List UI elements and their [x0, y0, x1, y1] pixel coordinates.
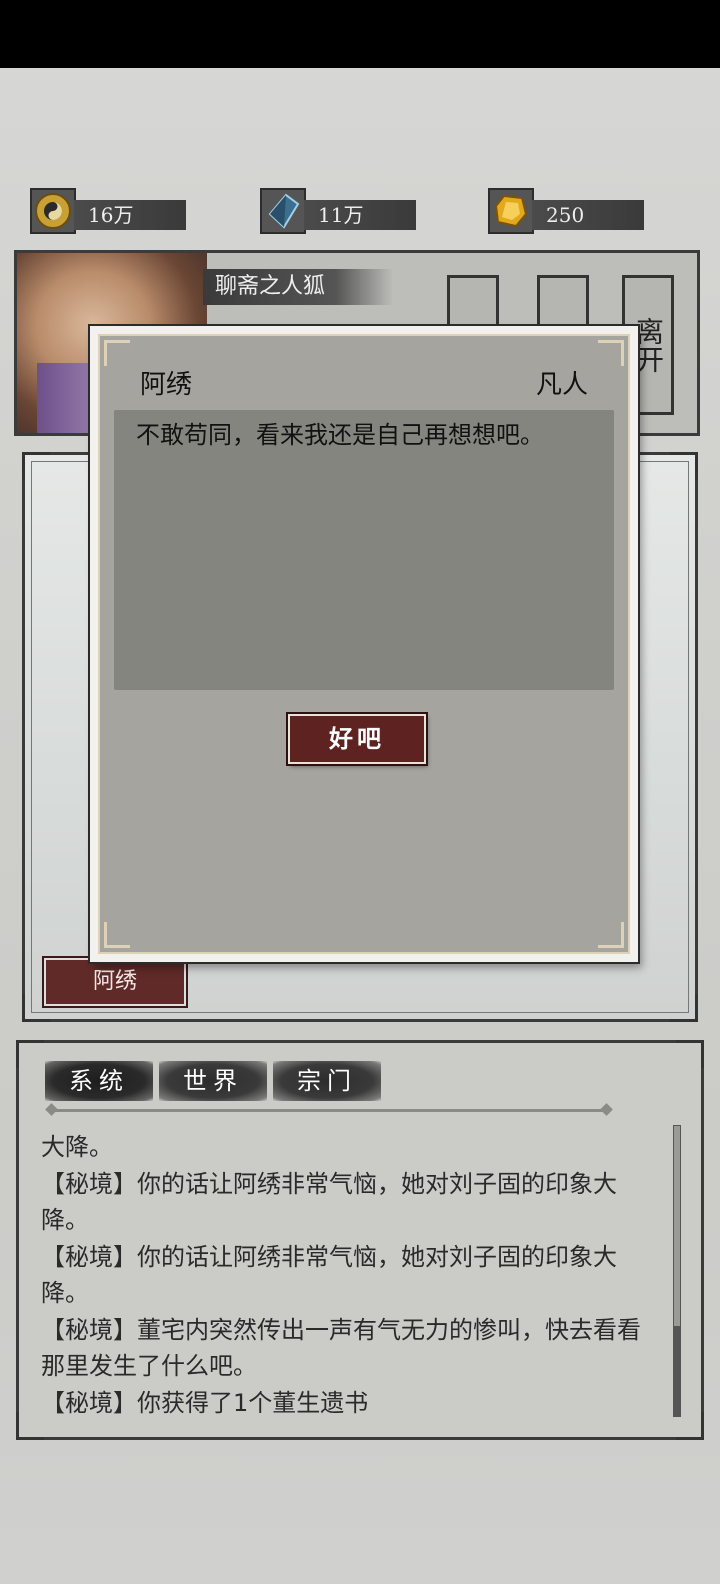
log-line: 【秘境】董宅内突然传出一声有气无力的惨叫，快去看看那里发生了什么吧。: [41, 1315, 641, 1381]
currency-gem-value: 250: [532, 200, 644, 230]
log-list[interactable]: 大降。 【秘境】你的话让阿绣非常气恼，她对刘子固的印象大降。 【秘境】你的话让阿…: [41, 1129, 661, 1419]
log-line: 【秘境】你的话让阿绣非常气恼，她对刘子固的印象大降。: [41, 1242, 617, 1308]
log-line: 大降。: [41, 1133, 113, 1161]
log-line: 【秘境】你获得了1个董生遗书: [41, 1388, 369, 1417]
log-panel: 系统 世界 宗门 大降。 【秘境】你的话让阿绣非常气恼，她对刘子固的印象大降。 …: [16, 1040, 704, 1440]
log-divider: [51, 1109, 607, 1112]
log-scrollbar[interactable]: [673, 1125, 681, 1417]
tab-system[interactable]: 系统: [45, 1061, 153, 1101]
dialog-speaker-rank: 凡人: [535, 370, 588, 400]
log-line: 【秘境】你的话让阿绣非常气恼，她对刘子固的印象大降。: [41, 1169, 617, 1235]
dialog-message: 不敢苟同，看来我还是自己再想想吧。: [114, 410, 614, 690]
dialog-body: 阿绣 凡人 不敢苟同，看来我还是自己再想想吧。 好吧: [98, 334, 630, 954]
blue-crystal-icon: [260, 188, 306, 234]
tab-sect[interactable]: 宗门: [273, 1061, 381, 1101]
currency-coins-value: 16万: [74, 200, 186, 230]
dialog-window: 阿绣 凡人 不敢苟同，看来我还是自己再想想吧。 好吧: [90, 326, 638, 962]
confirm-button[interactable]: 好吧: [288, 714, 426, 764]
yinyang-coin-icon: [30, 188, 76, 234]
currency-crystal-value: 11万: [304, 200, 416, 230]
status-bar: [0, 0, 720, 68]
npc-name-tag[interactable]: 阿绣: [44, 958, 186, 1006]
character-title: 聊斋之人狐: [203, 269, 393, 305]
gold-gem-icon: [488, 188, 534, 234]
tab-world[interactable]: 世界: [159, 1061, 267, 1101]
dialog-speaker-name: 阿绣: [140, 370, 193, 400]
log-tabs: 系统 世界 宗门: [45, 1061, 381, 1105]
